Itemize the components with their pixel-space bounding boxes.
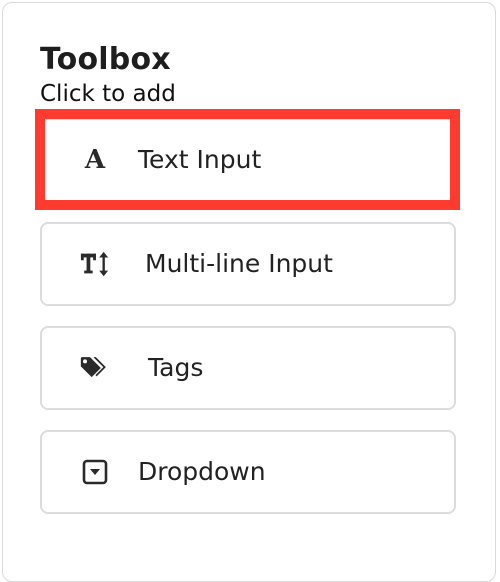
text-a-icon: A xyxy=(84,145,106,175)
text-input-button[interactable]: A Text Input xyxy=(40,118,456,202)
toolbox-title: Toolbox xyxy=(40,42,171,77)
dropdown-label: Dropdown xyxy=(138,457,266,486)
dropdown-button[interactable]: Dropdown xyxy=(40,430,456,514)
tags-button[interactable]: Tags xyxy=(40,326,456,410)
toolbox-subtitle: Click to add xyxy=(40,81,176,107)
tags-icon xyxy=(80,353,110,383)
multiline-input-label: Multi-line Input xyxy=(145,249,333,278)
caret-square-down-icon xyxy=(80,457,110,487)
tags-label: Tags xyxy=(148,353,204,382)
text-height-icon xyxy=(80,249,110,279)
multiline-input-button[interactable]: Multi-line Input xyxy=(40,222,456,306)
text-input-label: Text Input xyxy=(138,145,262,174)
